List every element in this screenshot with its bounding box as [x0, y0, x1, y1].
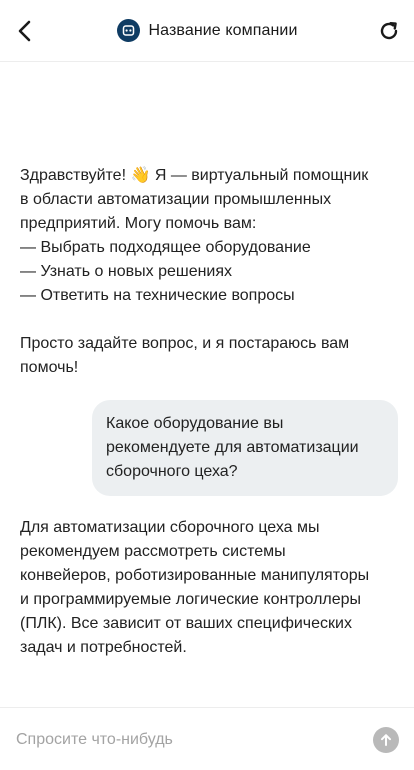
- arrow-up-icon: [381, 734, 391, 746]
- message-line: Какое оборудование вы: [106, 415, 284, 432]
- chat-thread: Здравствуйте! 👋 Я — виртуальный помощник…: [0, 63, 414, 705]
- message-line: помочь!: [20, 359, 79, 376]
- send-button[interactable]: [373, 727, 399, 753]
- message-line: в области автоматизации промышленных: [20, 191, 332, 208]
- message-composer: [0, 707, 414, 770]
- page-title: Название компании: [148, 21, 298, 39]
- header-bar: Название компании: [0, 0, 414, 62]
- refresh-button[interactable]: [372, 14, 406, 48]
- bot-answer-message: Для автоматизации сборочного цеха мы рек…: [20, 516, 400, 660]
- message-line: и программируемые логические контроллеры: [20, 591, 362, 608]
- refresh-icon: [380, 22, 398, 40]
- message-line: предприятий. Могу помочь вам:: [20, 215, 257, 232]
- message-line: — Ответить на технические вопросы: [20, 287, 295, 304]
- message-line: рекомендуем рассмотреть системы: [20, 543, 286, 560]
- message-line: Просто задайте вопрос, и я постараюсь ва…: [20, 335, 350, 352]
- message-line: Для автоматизации сборочного цеха мы: [20, 519, 320, 536]
- message-line: — Выбрать подходящее оборудование: [20, 239, 311, 256]
- company-logo-icon: [116, 19, 140, 42]
- chevron-left-icon: [18, 20, 31, 42]
- back-button[interactable]: [8, 14, 42, 48]
- message-line: конвейеров, роботизированные манипулятор…: [20, 567, 370, 584]
- header-title-group: Название компании: [116, 19, 298, 42]
- message-input[interactable]: [16, 726, 356, 754]
- message-line: задач и потребностей.: [20, 639, 187, 656]
- chat-screen: Название компании Здравствуйте! 👋 Я — ви…: [0, 0, 414, 770]
- message-line: рекомендуете для автоматизации: [106, 439, 359, 456]
- message-line: — Узнать о новых решениях: [20, 263, 233, 280]
- user-message-bubble: Какое оборудование вы рекомендуете для а…: [92, 400, 398, 496]
- message-line: (ПЛК). Все зависит от ваших специфически…: [20, 615, 352, 632]
- message-line: сборочного цеха?: [106, 463, 238, 480]
- message-line: Здравствуйте! 👋 Я — виртуальный помощник: [20, 167, 369, 184]
- bot-greeting-message: Здравствуйте! 👋 Я — виртуальный помощник…: [20, 164, 400, 380]
